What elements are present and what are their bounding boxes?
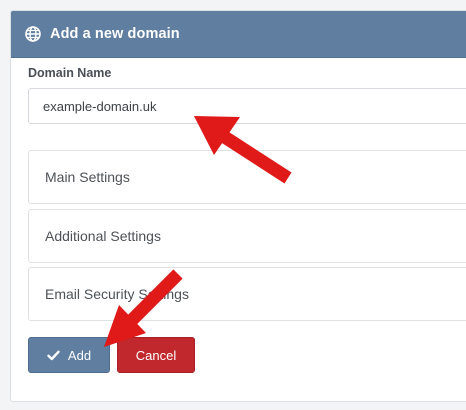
- section-main-settings[interactable]: Main Settings: [28, 150, 466, 204]
- domain-name-input[interactable]: [28, 88, 466, 124]
- globe-icon: [25, 26, 41, 42]
- cancel-button-label: Cancel: [135, 347, 177, 363]
- section-email-security-settings[interactable]: Email Security Settings: [28, 267, 466, 321]
- panel-title: Add a new domain: [50, 26, 180, 42]
- add-button[interactable]: Add: [28, 337, 110, 373]
- section-label: Additional Settings: [45, 228, 161, 244]
- section-label: Email Security Settings: [45, 286, 189, 302]
- section-additional-settings[interactable]: Additional Settings: [28, 209, 466, 263]
- panel-header: Add a new domain: [11, 11, 466, 58]
- check-icon: [47, 350, 60, 361]
- section-label: Main Settings: [45, 169, 130, 185]
- cancel-button[interactable]: Cancel: [117, 337, 195, 373]
- add-button-label: Add: [67, 347, 92, 363]
- domain-name-label: Domain Name: [28, 66, 112, 80]
